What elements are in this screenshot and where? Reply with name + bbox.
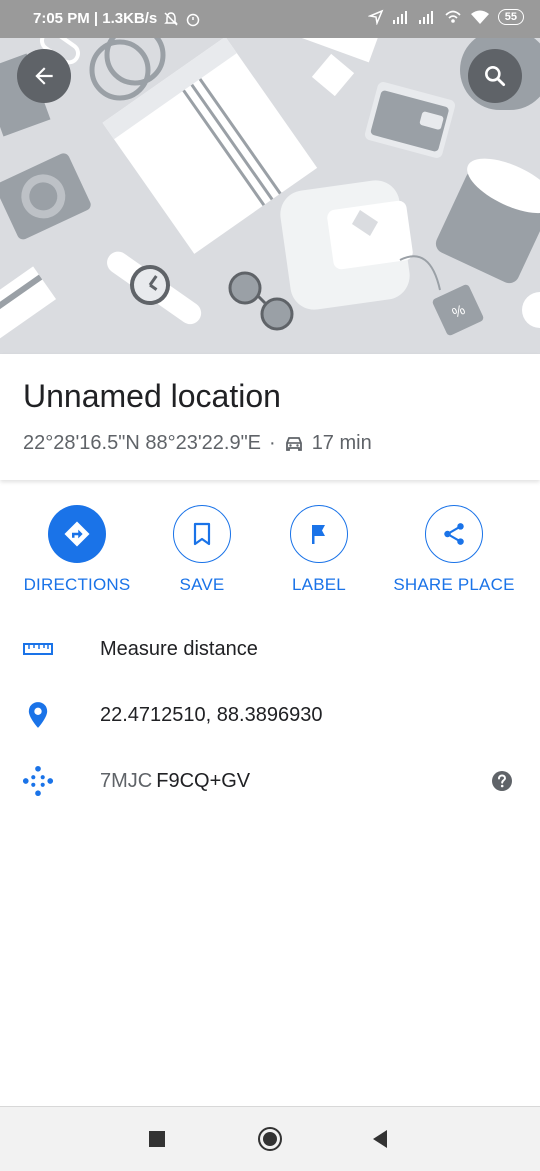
place-title: Unnamed location bbox=[23, 378, 281, 414]
back-button[interactable] bbox=[17, 49, 71, 103]
flag-icon bbox=[312, 525, 325, 544]
save-label: SAVE bbox=[179, 575, 225, 594]
directions-circle bbox=[48, 505, 106, 563]
place-header: Unnamed location 22°28'16.5"N 88°23'22.9… bbox=[0, 354, 540, 480]
share-icon bbox=[444, 523, 464, 545]
share-circle bbox=[425, 505, 483, 563]
action-row: DIRECTIONS SAVE LABEL SHARE PLACE bbox=[0, 505, 540, 605]
car-icon bbox=[285, 436, 302, 451]
system-navigation-bar bbox=[0, 1106, 540, 1171]
wifi-icon bbox=[470, 10, 489, 24]
silent-bell-icon bbox=[164, 11, 179, 26]
share-place-button[interactable]: SHARE PLACE bbox=[369, 505, 539, 595]
decimal-coordinates: 22.4712510, 88.3896930 bbox=[100, 703, 323, 726]
ruler-icon bbox=[22, 642, 54, 656]
place-subtitle: 22°28'16.5"N 88°23'22.9"E · 17 min bbox=[23, 432, 372, 455]
directions-label: DIRECTIONS bbox=[23, 575, 131, 594]
signal-icon-2 bbox=[418, 11, 433, 24]
measure-distance-label: Measure distance bbox=[100, 637, 258, 660]
back-triangle-icon[interactable] bbox=[371, 1129, 389, 1149]
help-icon[interactable] bbox=[492, 771, 512, 791]
status-time: 7:05 PM | 1.3KB/s bbox=[33, 10, 158, 27]
hotspot-icon bbox=[445, 10, 461, 23]
share-place-label: SHARE PLACE bbox=[393, 575, 515, 594]
label-label: LABEL bbox=[292, 575, 346, 594]
plus-code-row[interactable]: 7MJC F9CQ+GV bbox=[0, 753, 540, 809]
signal-icon-1 bbox=[392, 11, 407, 24]
save-circle bbox=[173, 505, 231, 563]
status-bar: 7:05 PM | 1.3KB/s 55 bbox=[0, 0, 540, 38]
shopping-illustration: % bbox=[0, 0, 540, 354]
search-icon bbox=[485, 66, 506, 87]
search-button[interactable] bbox=[468, 49, 522, 103]
battery-level: 55 bbox=[497, 9, 524, 25]
location-arrow-icon bbox=[367, 9, 384, 25]
alarm-icon bbox=[187, 13, 200, 26]
question-mark-icon bbox=[498, 774, 507, 788]
drive-time: 17 min bbox=[311, 432, 372, 454]
home-inner-dot bbox=[263, 1132, 277, 1146]
plus-code-icon bbox=[22, 764, 54, 798]
location-pin-icon bbox=[22, 701, 54, 729]
plus-code-text: 7MJC F9CQ+GV bbox=[100, 770, 250, 793]
directions-icon bbox=[64, 521, 90, 547]
label-circle bbox=[290, 505, 348, 563]
place-coordinates: 22°28'16.5"N 88°23'22.9"E bbox=[23, 432, 262, 454]
plus-code-locality: 7MJC bbox=[100, 769, 153, 792]
coordinates-row[interactable]: 22.4712510, 88.3896930 bbox=[0, 687, 540, 743]
bookmark-icon bbox=[193, 522, 211, 546]
home-circle-icon[interactable] bbox=[258, 1127, 282, 1151]
hero-illustration: % bbox=[0, 0, 540, 354]
plus-code-value: F9CQ+GV bbox=[156, 769, 251, 792]
recents-square-icon[interactable] bbox=[149, 1131, 165, 1147]
measure-distance-row[interactable]: Measure distance bbox=[0, 621, 540, 677]
arrow-back-icon bbox=[35, 67, 53, 85]
separator-dot: · bbox=[269, 432, 276, 454]
